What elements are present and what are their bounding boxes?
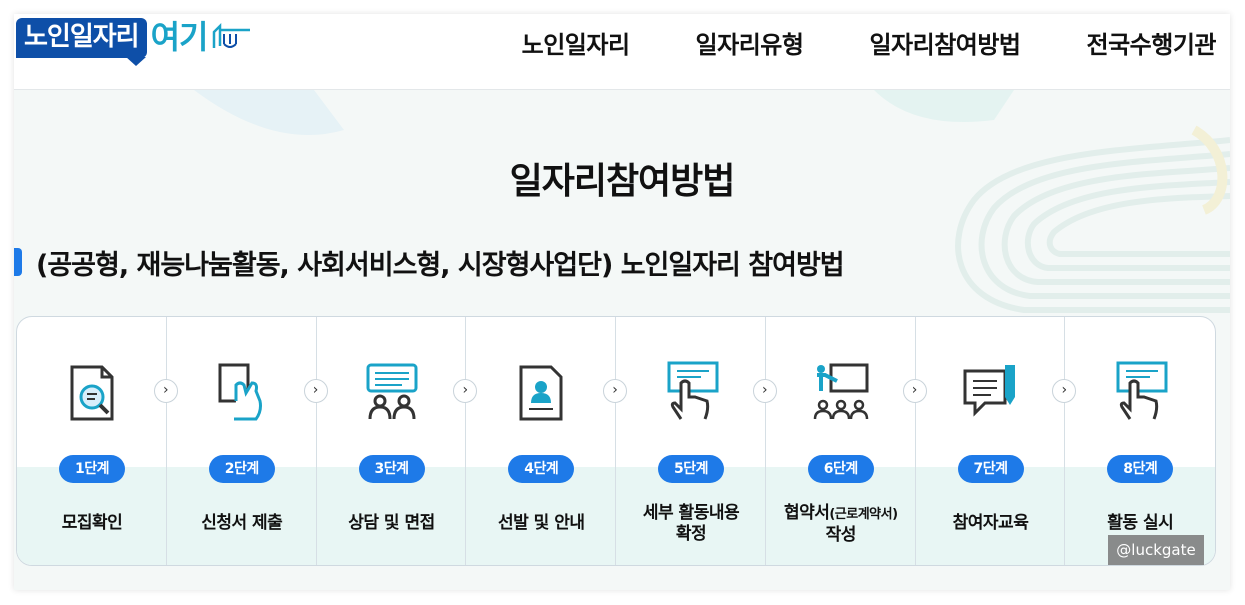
- step-badge: 5단계: [658, 455, 724, 483]
- step-5: › 5단계 세부 활동내용 확정: [616, 317, 777, 565]
- section-marker: [14, 248, 22, 276]
- step-2: › 2단계 신청서 제출: [167, 317, 328, 565]
- step-badge: 3단계: [358, 455, 425, 483]
- step-3: › 3단계 상담 및 면접: [317, 317, 478, 565]
- section-heading: (공공형, 재능나눔활동, 사회서비스형, 시장형사업단) 노인일자리 참여방법: [14, 242, 845, 282]
- step-label-line2: 확정: [675, 524, 707, 544]
- step-badge: 6단계: [807, 455, 874, 483]
- step-7: › 7단계 참여자교육: [916, 317, 1077, 565]
- hand-submit-icon: [218, 363, 262, 421]
- pointing-finger-icon: [212, 22, 250, 48]
- nav-item-how-to-join[interactable]: 일자리참여방법: [869, 25, 1021, 60]
- watermark: @luckgate: [1108, 535, 1204, 565]
- profile-document-icon: [519, 365, 563, 421]
- document-search-icon: [70, 365, 114, 421]
- step-badge: 8단계: [1107, 455, 1174, 483]
- site-header: 노인일자리 여기 노인일자리 일자리유형 일자리참여방법 전국수행기관: [14, 14, 1230, 90]
- step-1: › 1단계 모집확인: [17, 317, 178, 565]
- step-label: 참여자교육: [952, 513, 1029, 533]
- step-label: 활동 실시: [1107, 513, 1174, 533]
- step-label: 상담 및 면접: [348, 513, 435, 533]
- step-badge: 1단계: [59, 455, 125, 483]
- steps-panel: › 1단계 모집확인 › 2단계 신청서 제출 › 3단계 상담 및 면접 › …: [16, 316, 1216, 566]
- section-title-text: (공공형, 재능나눔활동, 사회서비스형, 시장형사업단) 노인일자리 참여방법: [36, 249, 845, 281]
- touch-screen-icon: [667, 361, 719, 420]
- nav-item-senior-jobs[interactable]: 노인일자리: [522, 25, 630, 60]
- step-label-line2: 작성: [825, 525, 857, 545]
- step-badge: 2단계: [208, 455, 275, 483]
- main-nav: 노인일자리 일자리유형 일자리참여방법 전국수행기관: [456, 14, 1217, 70]
- site-logo[interactable]: 노인일자리 여기: [16, 18, 254, 66]
- step-label-line1: 협약서: [783, 503, 830, 523]
- step-badge: 7단계: [957, 455, 1024, 483]
- logo-sub-text: 여기: [150, 18, 209, 56]
- step-6: › 6단계 협약서(근로계약서) 작성: [766, 317, 927, 565]
- page-title: 일자리참여방법: [509, 161, 736, 202]
- touch-screen-icon: [1116, 361, 1168, 420]
- logo-main-text: 노인일자리: [16, 18, 147, 66]
- nav-item-agencies[interactable]: 전국수행기관: [1087, 25, 1217, 60]
- chat-pen-icon: [963, 365, 1015, 417]
- nav-item-job-types[interactable]: 일자리유형: [696, 25, 804, 60]
- page-frame: 노인일자리 여기 노인일자리 일자리유형 일자리참여방법 전국수행기관 일자리참…: [14, 14, 1230, 590]
- step-label-note: (근로계약서): [829, 507, 898, 522]
- step-label: 모집확인: [61, 513, 123, 533]
- step-4: › 4단계 선발 및 안내: [466, 317, 627, 565]
- step-8: 8단계 활동 실시: [1065, 317, 1215, 565]
- step-label: 협약서(근로계약서) 작성: [766, 503, 916, 546]
- step-label: 선발 및 안내: [497, 513, 585, 533]
- step-badge: 4단계: [508, 455, 575, 483]
- step-label: 세부 활동내용 확정: [616, 503, 766, 545]
- step-label-line1: 세부 활동내용: [642, 503, 740, 523]
- interview-icon: [366, 363, 417, 420]
- step-label: 신청서 제출: [201, 513, 283, 533]
- presentation-icon: [813, 363, 869, 420]
